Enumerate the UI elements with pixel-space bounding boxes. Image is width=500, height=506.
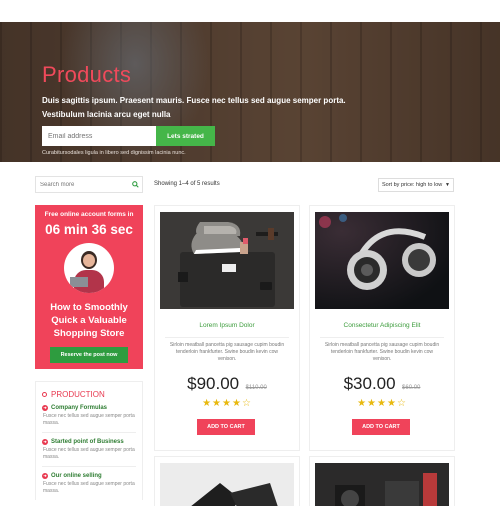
list-item[interactable]: ➜ Company Formulas Fusce nec tellus sed … xyxy=(42,405,136,433)
production-heading-label: PRODUCTION xyxy=(51,390,105,399)
star-empty-icon: ☆ xyxy=(396,398,407,409)
chevron-down-icon: ▼ xyxy=(445,182,450,188)
product-card[interactable] xyxy=(309,456,455,506)
product-image-headphones[interactable] xyxy=(315,212,449,309)
product-card[interactable]: Consectetur Adipiscing Elit Sirloin meat… xyxy=(309,205,455,451)
production-list: PRODUCTION ➜ Company Formulas Fusce nec … xyxy=(35,381,143,500)
email-field[interactable] xyxy=(42,126,156,146)
price-row: $90.00 $110.00 xyxy=(155,374,299,394)
list-item-title-row: ➜ Company Formulas xyxy=(42,405,136,411)
divider xyxy=(42,432,136,433)
hero-description: Duis sagittis ipsum. Praesent mauris. Fu… xyxy=(42,96,346,119)
star-icon: ★★★★ xyxy=(357,398,397,409)
product-card[interactable]: Lorem Ipsum Dolor Sirloin meatball pance… xyxy=(154,205,300,451)
hero-small-text: Curabitursodales ligula in libero sed di… xyxy=(42,150,186,156)
product-name[interactable]: Lorem Ipsum Dolor xyxy=(155,322,299,329)
production-heading: PRODUCTION xyxy=(42,390,136,399)
countdown-timer: 06 min 36 sec xyxy=(45,222,133,237)
sort-select-value: Sort by price: high to low xyxy=(382,182,443,188)
divider xyxy=(165,337,289,338)
product-name[interactable]: Consectetur Adipiscing Elit xyxy=(310,322,454,329)
list-item-text: Fusce nec tellus sed augue semper porta … xyxy=(43,481,135,494)
add-to-cart-button[interactable]: ADD TO CART xyxy=(197,419,255,435)
results-count: Showing 1–4 of 5 results xyxy=(154,181,220,187)
list-item-title[interactable]: Company Formulas xyxy=(51,405,107,411)
product-image-shoes[interactable] xyxy=(160,212,294,309)
product-price: $90.00 xyxy=(187,374,240,393)
list-item[interactable]: ➜ Our online selling Fusce nec tellus se… xyxy=(42,473,136,495)
avatar-face xyxy=(83,254,95,267)
list-item[interactable]: ➜ Started point of Business Fusce nec te… xyxy=(42,439,136,467)
promo-title: How to Smoothly Quick a Valuable Shoppin… xyxy=(50,302,128,339)
rating-stars: ★★★★☆ xyxy=(310,398,454,409)
hero-banner: Products Duis sagittis ipsum. Praesent m… xyxy=(0,22,500,162)
product-description: Sirloin meatball pancetta pig sausage cu… xyxy=(324,342,440,362)
list-item-title[interactable]: Started point of Business xyxy=(51,439,124,445)
avatar xyxy=(64,243,114,293)
search-icon[interactable] xyxy=(128,177,142,192)
add-to-cart-button[interactable]: ADD TO CART xyxy=(352,419,410,435)
circle-icon xyxy=(42,392,47,397)
top-bar xyxy=(0,0,500,22)
product-card[interactable] xyxy=(154,456,300,506)
list-item-title[interactable]: Our online selling xyxy=(51,473,102,479)
arrow-right-icon: ➜ xyxy=(42,405,48,411)
promo-top-text: Free online account forms in xyxy=(44,211,134,218)
arrow-right-icon: ➜ xyxy=(42,439,48,445)
list-item-title-row: ➜ Our online selling xyxy=(42,473,136,479)
list-item-text: Fusce nec tellus sed augue semper porta … xyxy=(43,413,135,426)
price-row: $30.00 $60.00 xyxy=(310,374,454,394)
search-box xyxy=(35,176,143,193)
product-old-price: $60.00 xyxy=(402,385,421,391)
lets-started-button[interactable]: Lets strated xyxy=(156,126,215,146)
promo-banner: Free online account forms in 06 min 36 s… xyxy=(35,205,143,369)
avatar-laptop xyxy=(70,277,88,287)
divider xyxy=(42,466,136,467)
sort-select[interactable]: Sort by price: high to low ▼ xyxy=(378,178,454,192)
product-description: Sirloin meatball pancetta pig sausage cu… xyxy=(169,342,285,362)
search-input[interactable] xyxy=(36,177,128,192)
list-item-title-row: ➜ Started point of Business xyxy=(42,439,136,445)
reserve-post-button[interactable]: Reserve the post now xyxy=(50,347,128,363)
star-icon: ★★★★ xyxy=(202,398,242,409)
star-empty-icon: ☆ xyxy=(241,398,252,409)
page-title: Products xyxy=(42,62,132,87)
product-price: $30.00 xyxy=(343,374,396,393)
list-item-text: Fusce nec tellus sed augue semper porta … xyxy=(43,447,135,460)
arrow-right-icon: ➜ xyxy=(42,473,48,479)
newsletter-form: Lets strated xyxy=(42,126,215,146)
divider xyxy=(320,337,444,338)
product-old-price: $110.00 xyxy=(245,385,267,391)
rating-stars: ★★★★☆ xyxy=(155,398,299,409)
